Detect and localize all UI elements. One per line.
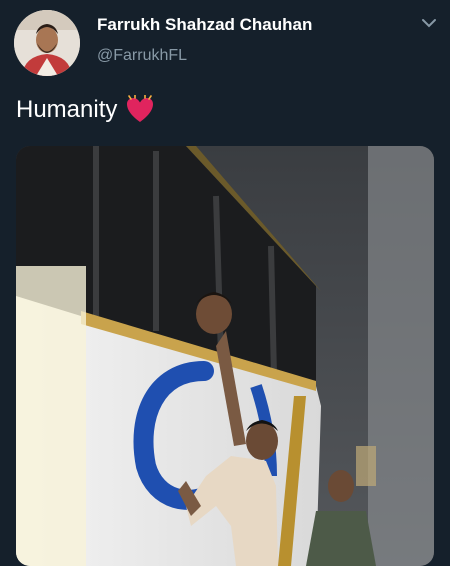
author-name[interactable]: Farrukh Shahzad Chauhan: [97, 15, 312, 35]
tweet-text: Humanity: [16, 94, 155, 125]
heart-eyes-icon: [125, 94, 155, 125]
bus-photo: [16, 146, 434, 566]
avatar[interactable]: [14, 10, 80, 76]
tweet-media-photo[interactable]: [16, 146, 434, 566]
author-handle[interactable]: @FarrukhFL: [97, 47, 187, 65]
tweet-text-content: Humanity: [16, 96, 118, 123]
avatar-image: [14, 10, 80, 76]
chevron-down-icon[interactable]: [420, 16, 438, 30]
